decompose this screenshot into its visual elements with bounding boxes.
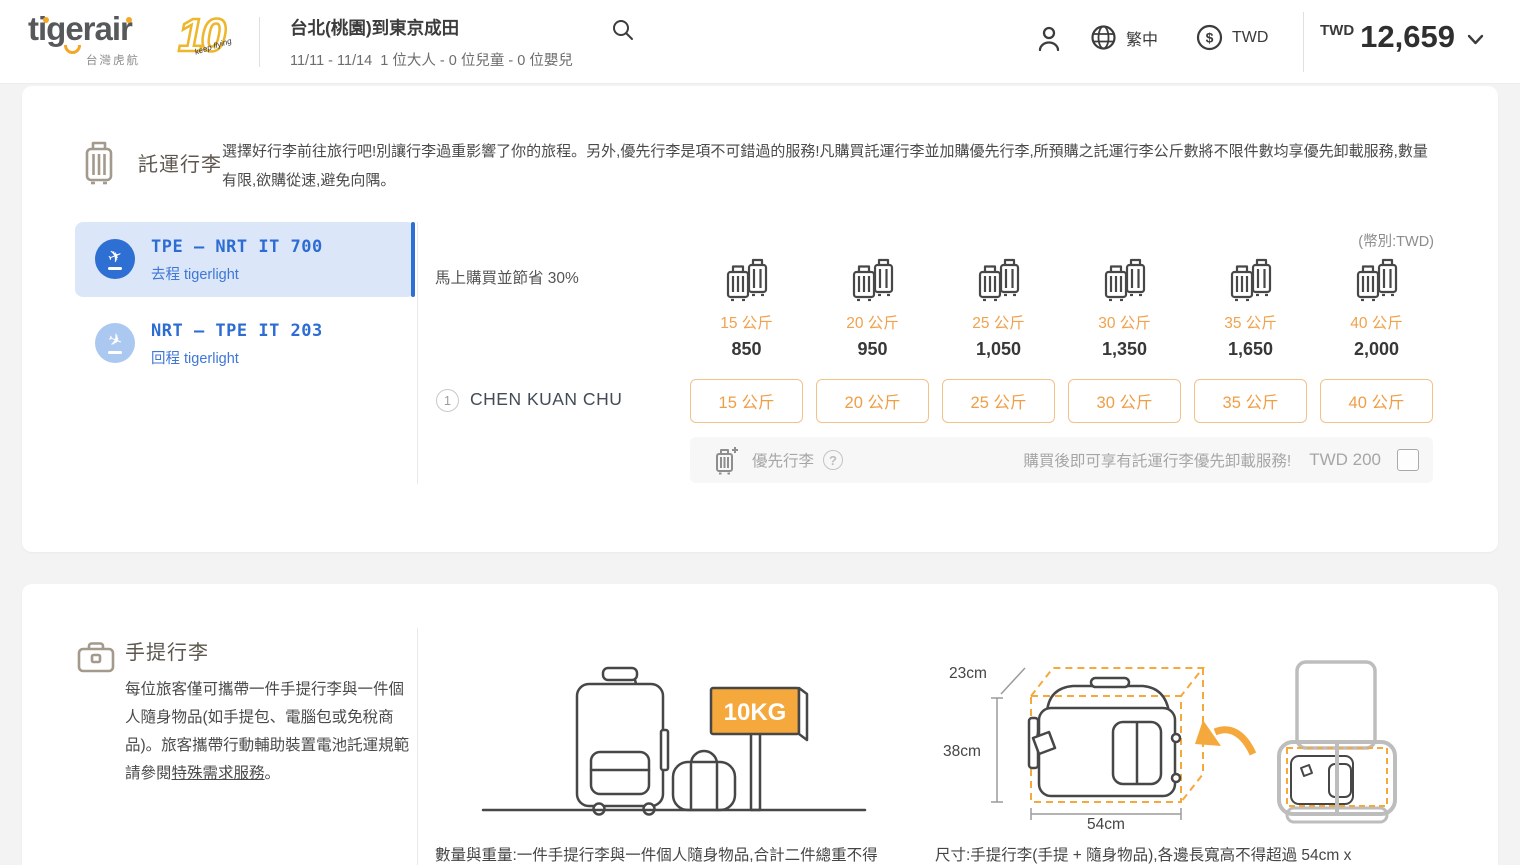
select-30kg-button[interactable]: 30 公斤 [1068, 379, 1181, 423]
logo-smile-icon [64, 45, 81, 54]
dim-width-label: 54cm [1087, 816, 1125, 830]
select-35kg-button[interactable]: 35 公斤 [1194, 379, 1307, 423]
route-subtitle: 11/11 - 11/14 1 位大人 - 0 位兒童 - 0 位嬰兒 [290, 49, 573, 70]
luggage-icon [848, 256, 898, 302]
flight-label: 回程 tigerlight [151, 347, 239, 368]
carry-on-size-illustration: 23cm 38cm 54cm [935, 656, 1415, 835]
luggage-icon [1100, 256, 1150, 302]
language-label: 繁中 [1126, 26, 1158, 50]
language-button[interactable]: 繁中 [1090, 24, 1158, 51]
total-currency: TWD [1320, 22, 1354, 39]
section-description: 選擇好行李前往旅行吧!別讓行李過重影響了你的旅程。另外,優先行李是項不可錯過的服… [222, 137, 1438, 195]
baggage-option-15kg: 15 公斤 850 [690, 256, 803, 360]
priority-luggage-icon [712, 445, 740, 475]
baggage-option-40kg: 40 公斤 2,000 [1320, 256, 1433, 360]
option-price: 1,350 [1068, 339, 1181, 360]
route-summary: 台北(桃園)到東京成田 11/11 - 11/14 1 位大人 - 0 位兒童 … [290, 15, 573, 70]
plane-landing-icon: ✈ [95, 323, 135, 363]
option-price: 1,050 [942, 339, 1055, 360]
luggage-icon [722, 256, 772, 302]
tigerair-logo[interactable]: tigerair 台灣虎航 [28, 12, 178, 46]
checked-baggage-icon [80, 138, 118, 191]
quantity-note: 數量與重量:一件手提行李與一件個人隨身物品,合計二件總重不得 [435, 843, 878, 865]
dim-depth-label: 23cm [949, 665, 987, 682]
account-button[interactable] [1036, 24, 1062, 54]
currency-button[interactable]: $ TWD [1196, 24, 1268, 51]
content-divider [417, 628, 418, 865]
anniversary-badge: 10 keep flying [178, 8, 248, 72]
plane-takeoff-icon: ✈ [95, 239, 135, 279]
priority-label: 優先行李 [752, 449, 814, 471]
flight-tab-return[interactable]: ✈ NRT — TPE IT 203 回程 tigerlight [75, 306, 415, 381]
priority-price: TWD 200 [1309, 450, 1381, 470]
route-title: 台北(桃園)到東京成田 [290, 15, 573, 40]
flight-code: NRT — TPE IT 203 [151, 321, 323, 341]
priority-checkbox[interactable] [1397, 449, 1419, 471]
priority-baggage-row: 優先行李 ? 購買後即可享有託運行李優先卸載服務! TWD 200 [690, 437, 1433, 483]
help-icon[interactable]: ? [823, 450, 843, 470]
option-price: 2,000 [1320, 339, 1433, 360]
option-weight: 15 公斤 [690, 311, 803, 333]
select-25kg-button[interactable]: 25 公斤 [942, 379, 1055, 423]
person-icon [1036, 24, 1062, 54]
fare-total-dropdown[interactable]: TWD 12,659 [1320, 20, 1484, 54]
logo-dot-icon [43, 17, 49, 23]
flight-code: TPE — NRT IT 700 [151, 237, 323, 257]
option-weight: 20 公斤 [816, 311, 929, 333]
total-amount: 12,659 [1360, 20, 1455, 54]
flight-tab-outbound[interactable]: ✈ TPE — NRT IT 700 去程 tigerlight [75, 222, 415, 297]
chevron-down-icon [1467, 32, 1484, 50]
baggage-option-35kg: 35 公斤 1,650 [1194, 256, 1307, 360]
select-20kg-button[interactable]: 20 公斤 [816, 379, 929, 423]
section-title: 手提行李 [125, 636, 209, 665]
option-price: 950 [816, 339, 929, 360]
carry-on-section: 手提行李 每位旅客僅可攜帶一件手提行李與一件個人隨身物品(如手提包、電腦包或免稅… [22, 584, 1498, 865]
option-price: 1,650 [1194, 339, 1307, 360]
logo-text: tigerair [28, 12, 178, 46]
search-icon[interactable] [610, 17, 636, 43]
priority-description: 購買後即可享有託運行李優先卸載服務! [1023, 449, 1291, 471]
option-weight: 30 公斤 [1068, 311, 1181, 333]
baggage-option-20kg: 20 公斤 950 [816, 256, 929, 360]
baggage-option-30kg: 30 公斤 1,350 [1068, 256, 1181, 360]
special-needs-link[interactable]: 特殊需求服務 [172, 765, 265, 782]
currency-label: TWD [1232, 29, 1268, 47]
globe-icon [1090, 24, 1117, 51]
option-price: 850 [690, 339, 803, 360]
header-divider [1303, 12, 1304, 72]
luggage-icon [1226, 256, 1276, 302]
option-weight: 40 公斤 [1320, 311, 1433, 333]
select-15kg-button[interactable]: 15 公斤 [690, 379, 803, 423]
carry-on-weight-illustration: 10KG [465, 660, 910, 827]
currency-note: (幣別:TWD) [1358, 230, 1434, 251]
svg-text:$: $ [1206, 30, 1214, 46]
section-description: 每位旅客僅可攜帶一件手提行李與一件個人隨身物品(如手提包、電腦包或免稅商品)。旅… [125, 676, 418, 788]
dollar-icon: $ [1196, 24, 1223, 51]
anniversary-number: 10 [178, 8, 248, 62]
content-divider [417, 222, 418, 484]
checked-baggage-section: 託運行李 選擇好行李前往旅行吧!別讓行李過重影響了你的旅程。另外,優先行李是項不… [22, 86, 1498, 552]
luggage-icon [1352, 256, 1402, 302]
logo-dot-icon [126, 17, 132, 23]
passenger-name: CHEN KUAN CHU [470, 389, 622, 410]
size-note: 尺寸:手提行李(手提 + 隨身物品),各邊長寬高不得超過 54cm x [935, 843, 1351, 865]
option-weight: 35 公斤 [1194, 311, 1307, 333]
luggage-icon [974, 256, 1024, 302]
baggage-option-25kg: 25 公斤 1,050 [942, 256, 1055, 360]
passenger-number: 1 [436, 389, 459, 412]
option-weight: 25 公斤 [942, 311, 1055, 333]
promo-text: 馬上購買並節省 30% [435, 266, 579, 288]
top-header: tigerair 台灣虎航 10 keep flying 台北(桃園)到東京成田… [0, 0, 1520, 84]
description-text: 。 [265, 765, 281, 782]
weight-sign-text: 10KG [724, 699, 787, 726]
dim-height-label: 38cm [943, 743, 981, 760]
flight-label: 去程 tigerlight [151, 263, 239, 284]
logo-subtext: 台灣虎航 [86, 52, 140, 68]
section-title: 託運行李 [138, 148, 222, 177]
select-40kg-button[interactable]: 40 公斤 [1320, 379, 1433, 423]
header-divider [259, 17, 260, 67]
carry-on-icon [76, 638, 116, 679]
